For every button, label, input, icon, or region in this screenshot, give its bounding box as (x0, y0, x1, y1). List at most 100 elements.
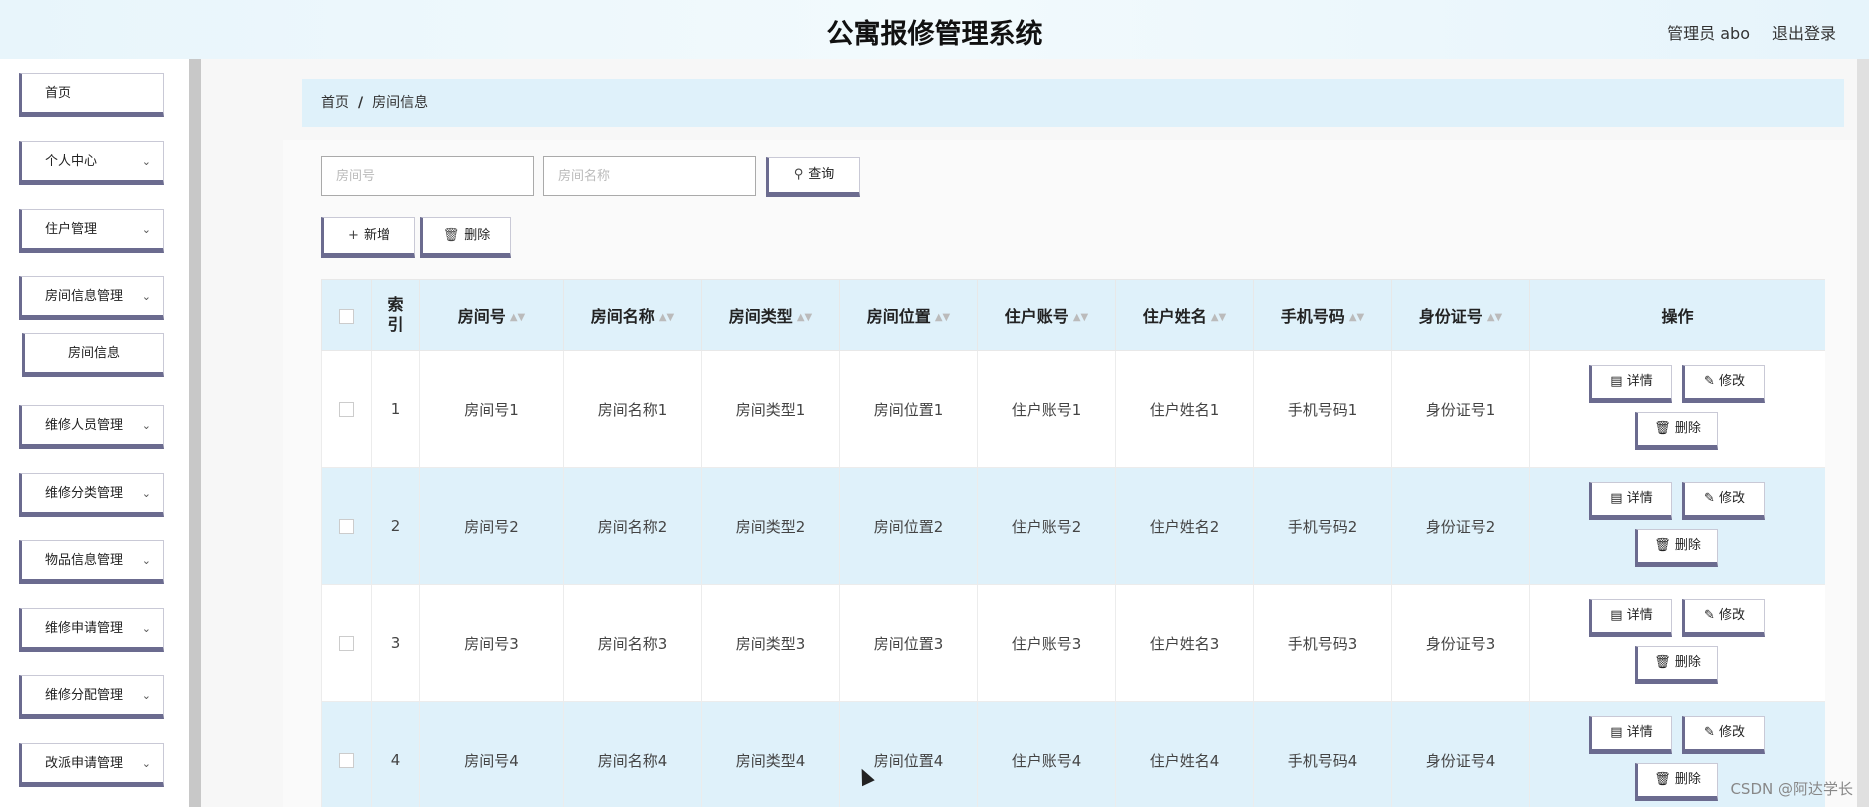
header-room-location[interactable]: 房间位置 ▲▼ (839, 279, 978, 351)
detail-label: 详情 (1626, 491, 1653, 506)
sort-icon[interactable]: ▲▼ (935, 312, 950, 323)
sort-icon[interactable]: ▲▼ (510, 312, 525, 323)
delete-button[interactable]: 🗑 删除 (1635, 529, 1718, 567)
header-account[interactable]: 住户账号 ▲▼ (977, 279, 1116, 351)
cell-id-no: 身份证号4 (1391, 701, 1530, 807)
row-select-cell (321, 467, 372, 585)
sidebar-item-label: 住户管理 (45, 222, 98, 237)
cell-room-type: 房间类型1 (701, 350, 840, 468)
sort-icon[interactable]: ▲▼ (797, 312, 812, 323)
header-actions: 操作 (1529, 279, 1825, 351)
detail-button[interactable]: ▤ 详情 (1589, 365, 1672, 403)
sidebar-item-repair-category[interactable]: 维修分类管理 ⌄ (19, 473, 164, 517)
edit-button[interactable]: ✎ 修改 (1682, 365, 1765, 403)
delete-label: 删除 (1674, 538, 1701, 553)
detail-label: 详情 (1626, 608, 1653, 623)
chevron-down-icon: ⌄ (141, 689, 151, 702)
chevron-down-icon: ⌄ (141, 290, 151, 303)
detail-button[interactable]: ▤ 详情 (1589, 599, 1672, 637)
header-room-type[interactable]: 房间类型 ▲▼ (701, 279, 840, 351)
cell-room-name: 房间名称1 (563, 350, 702, 468)
sidebar-item-label: 改派申请管理 (45, 756, 124, 771)
sort-icon[interactable]: ▲▼ (1073, 312, 1088, 323)
plus-icon: + (348, 228, 359, 243)
sidebar-scrollbar[interactable] (189, 59, 201, 807)
row-checkbox[interactable] (339, 402, 354, 417)
cell-room-no: 房间号3 (419, 584, 564, 702)
document-icon: ▤ (1610, 491, 1627, 506)
breadcrumb-home[interactable]: 首页 (321, 95, 349, 111)
sidebar-item-room-management[interactable]: 房间信息管理 ⌄ (19, 276, 164, 320)
edit-button[interactable]: ✎ 修改 (1682, 482, 1765, 520)
breadcrumb-current: 房间信息 (372, 95, 429, 111)
sidebar-item-repair-staff[interactable]: 维修人员管理 ⌄ (19, 405, 164, 449)
sidebar-item-profile[interactable]: 个人中心 ⌄ (19, 141, 164, 185)
header-phone[interactable]: 手机号码 ▲▼ (1253, 279, 1392, 351)
edit-label: 修改 (1719, 725, 1746, 740)
cell-room-location: 房间位置3 (839, 584, 978, 702)
edit-label: 修改 (1719, 374, 1746, 389)
batch-delete-label: 删除 (464, 228, 491, 243)
sidebar-item-repair-assignment[interactable]: 维修分配管理 ⌄ (19, 675, 164, 719)
cell-room-type: 房间类型4 (701, 701, 840, 807)
trash-icon: 🗑 (1654, 421, 1675, 436)
sort-icon[interactable]: ▲▼ (1211, 312, 1226, 323)
main-scrollbar[interactable] (1857, 59, 1869, 807)
batch-delete-button[interactable]: 🗑 删除 (420, 217, 511, 258)
app-title: 公寓报修管理系统 (826, 19, 1043, 50)
query-button[interactable]: ⚲ 查询 (766, 157, 860, 197)
sidebar-subitem-room-info[interactable]: 房间信息 (22, 333, 164, 377)
header-label: 房间名称 (590, 307, 655, 326)
select-all-checkbox[interactable] (339, 308, 354, 324)
cell-room-no: 房间号1 (419, 350, 564, 468)
cell-actions: ▤ 详情 ✎ 修改 🗑 删除 (1529, 584, 1825, 702)
add-button[interactable]: + 新增 (321, 217, 415, 258)
delete-button[interactable]: 🗑 删除 (1635, 412, 1718, 450)
sort-icon[interactable]: ▲▼ (1349, 312, 1364, 323)
row-checkbox[interactable] (339, 519, 354, 534)
detail-button[interactable]: ▤ 详情 (1589, 482, 1672, 520)
header-room-no[interactable]: 房间号 ▲▼ (419, 279, 564, 351)
header-room-name[interactable]: 房间名称 ▲▼ (563, 279, 702, 351)
query-button-label: 查询 (808, 167, 835, 182)
sidebar-item-repair-requests[interactable]: 维修申请管理 ⌄ (19, 608, 164, 652)
sidebar-item-reassign-requests[interactable]: 改派申请管理 ⌄ (19, 743, 164, 787)
row-checkbox[interactable] (339, 636, 354, 651)
delete-label: 删除 (1674, 421, 1701, 436)
detail-button[interactable]: ▤ 详情 (1589, 716, 1672, 754)
sort-icon[interactable]: ▲▼ (1487, 312, 1502, 323)
sort-icon[interactable]: ▲▼ (659, 312, 674, 323)
cell-account: 住户账号3 (977, 584, 1116, 702)
cell-phone: 手机号码1 (1253, 350, 1392, 468)
cell-name: 住户姓名2 (1115, 467, 1254, 585)
sidebar-item-items[interactable]: 物品信息管理 ⌄ (19, 540, 164, 584)
breadcrumb-separator: / (358, 95, 364, 111)
header-name[interactable]: 住户姓名 ▲▼ (1115, 279, 1254, 351)
header-label: 房间号 (457, 307, 506, 326)
header-id-no[interactable]: 身份证号 ▲▼ (1391, 279, 1530, 351)
select-all-cell (321, 279, 372, 351)
delete-button[interactable]: 🗑 删除 (1635, 646, 1718, 684)
cell-room-type: 房间类型3 (701, 584, 840, 702)
cell-phone: 手机号码4 (1253, 701, 1392, 807)
cell-index: 2 (371, 467, 420, 585)
room-no-search-input[interactable] (321, 156, 534, 196)
sidebar-item-home[interactable]: 首页 (19, 73, 164, 117)
table-header-row: 索引 房间号 ▲▼ 房间名称 ▲▼ 房间类型 ▲▼ 房间位置 ▲▼ 住户账号 ▲▼ 住户姓… (321, 279, 1825, 351)
cell-name: 住户姓名3 (1115, 584, 1254, 702)
add-button-label: 新增 (363, 228, 390, 243)
header-label: 操作 (1661, 307, 1694, 326)
header-label: 手机号码 (1280, 307, 1345, 326)
header-label: 房间位置 (866, 307, 931, 326)
edit-button[interactable]: ✎ 修改 (1682, 599, 1765, 637)
delete-button[interactable]: 🗑 删除 (1635, 763, 1718, 801)
sidebar-item-residents[interactable]: 住户管理 ⌄ (19, 209, 164, 253)
row-checkbox[interactable] (339, 753, 354, 768)
cell-name: 住户姓名4 (1115, 701, 1254, 807)
cell-account: 住户账号4 (977, 701, 1116, 807)
room-name-search-input[interactable] (543, 156, 756, 196)
logout-link[interactable]: 退出登录 (1772, 20, 1836, 44)
edit-button[interactable]: ✎ 修改 (1682, 716, 1765, 754)
search-icon: ⚲ (793, 167, 804, 182)
header-label: 住户账号 (1004, 307, 1069, 326)
